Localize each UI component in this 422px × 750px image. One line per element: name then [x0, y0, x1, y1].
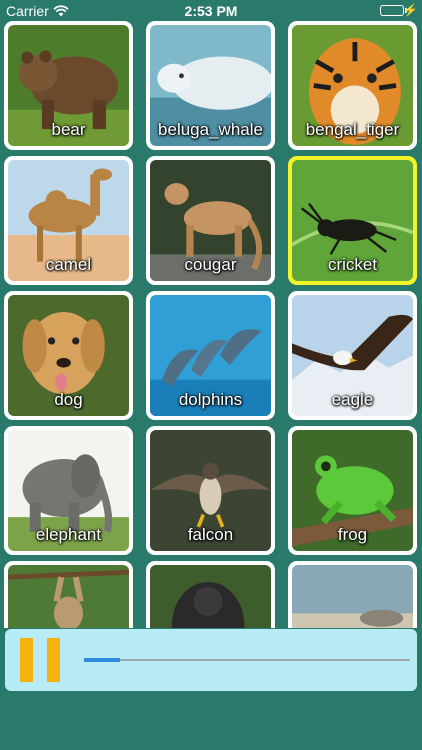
animal-tile-dog[interactable]: dog — [4, 291, 133, 420]
animal-label: dog — [54, 390, 83, 409]
animal-tile-beluga-whale[interactable]: beluga_whale — [146, 21, 275, 150]
audio-player — [5, 629, 417, 691]
pause-icon — [20, 638, 33, 682]
bengal-tiger-image: bengal_tiger — [292, 25, 413, 146]
pause-button[interactable] — [20, 638, 62, 682]
bear-image: bear — [8, 25, 129, 146]
animal-tile-eagle[interactable]: eagle — [288, 291, 417, 420]
animal-label: eagle — [331, 390, 374, 409]
animal-tile-bengal-tiger[interactable]: bengal_tiger — [288, 21, 417, 150]
animal-tile-monkey[interactable] — [4, 561, 133, 628]
animal-tile-cricket[interactable]: cricket — [288, 156, 417, 285]
gorilla-image — [150, 565, 271, 628]
animal-tile-dolphins[interactable]: dolphins — [146, 291, 275, 420]
playback-progress-slider[interactable] — [84, 658, 410, 662]
progress-fill — [84, 658, 120, 662]
falcon-image: falcon — [150, 430, 271, 551]
animal-tile-cougar[interactable]: cougar — [146, 156, 275, 285]
camel-image: camel — [8, 160, 129, 281]
frog-image: frog — [292, 430, 413, 551]
animal-label: cricket — [327, 255, 378, 274]
animal-label: camel — [45, 255, 92, 274]
animal-label: frog — [337, 525, 368, 544]
animal-tile-frog[interactable]: frog — [288, 426, 417, 555]
animal-label: elephant — [35, 525, 102, 544]
seal-image — [292, 565, 413, 628]
animal-tile-seal[interactable] — [288, 561, 417, 628]
cougar-image: cougar — [150, 160, 271, 281]
dog-image: dog — [8, 295, 129, 416]
eagle-image: eagle — [292, 295, 413, 416]
animal-label: cougar — [184, 255, 237, 274]
cricket-image: cricket — [292, 160, 413, 281]
animal-tile-falcon[interactable]: falcon — [146, 426, 275, 555]
animal-label: bengal_tiger — [305, 120, 400, 139]
animal-grid: bear beluga_whale bengal_tiger camel cou… — [0, 0, 422, 628]
beluga-whale-image: beluga_whale — [150, 25, 271, 146]
elephant-image: elephant — [8, 430, 129, 551]
animal-label: falcon — [187, 525, 234, 544]
animal-label: beluga_whale — [158, 120, 263, 139]
animal-tile-bear[interactable]: bear — [4, 21, 133, 150]
animal-tile-elephant[interactable]: elephant — [4, 426, 133, 555]
animal-label: bear — [51, 120, 86, 139]
animal-label: dolphins — [178, 390, 243, 409]
dolphins-image: dolphins — [150, 295, 271, 416]
animal-tile-gorilla[interactable] — [146, 561, 275, 628]
animal-tile-camel[interactable]: camel — [4, 156, 133, 285]
monkey-image — [8, 565, 129, 628]
